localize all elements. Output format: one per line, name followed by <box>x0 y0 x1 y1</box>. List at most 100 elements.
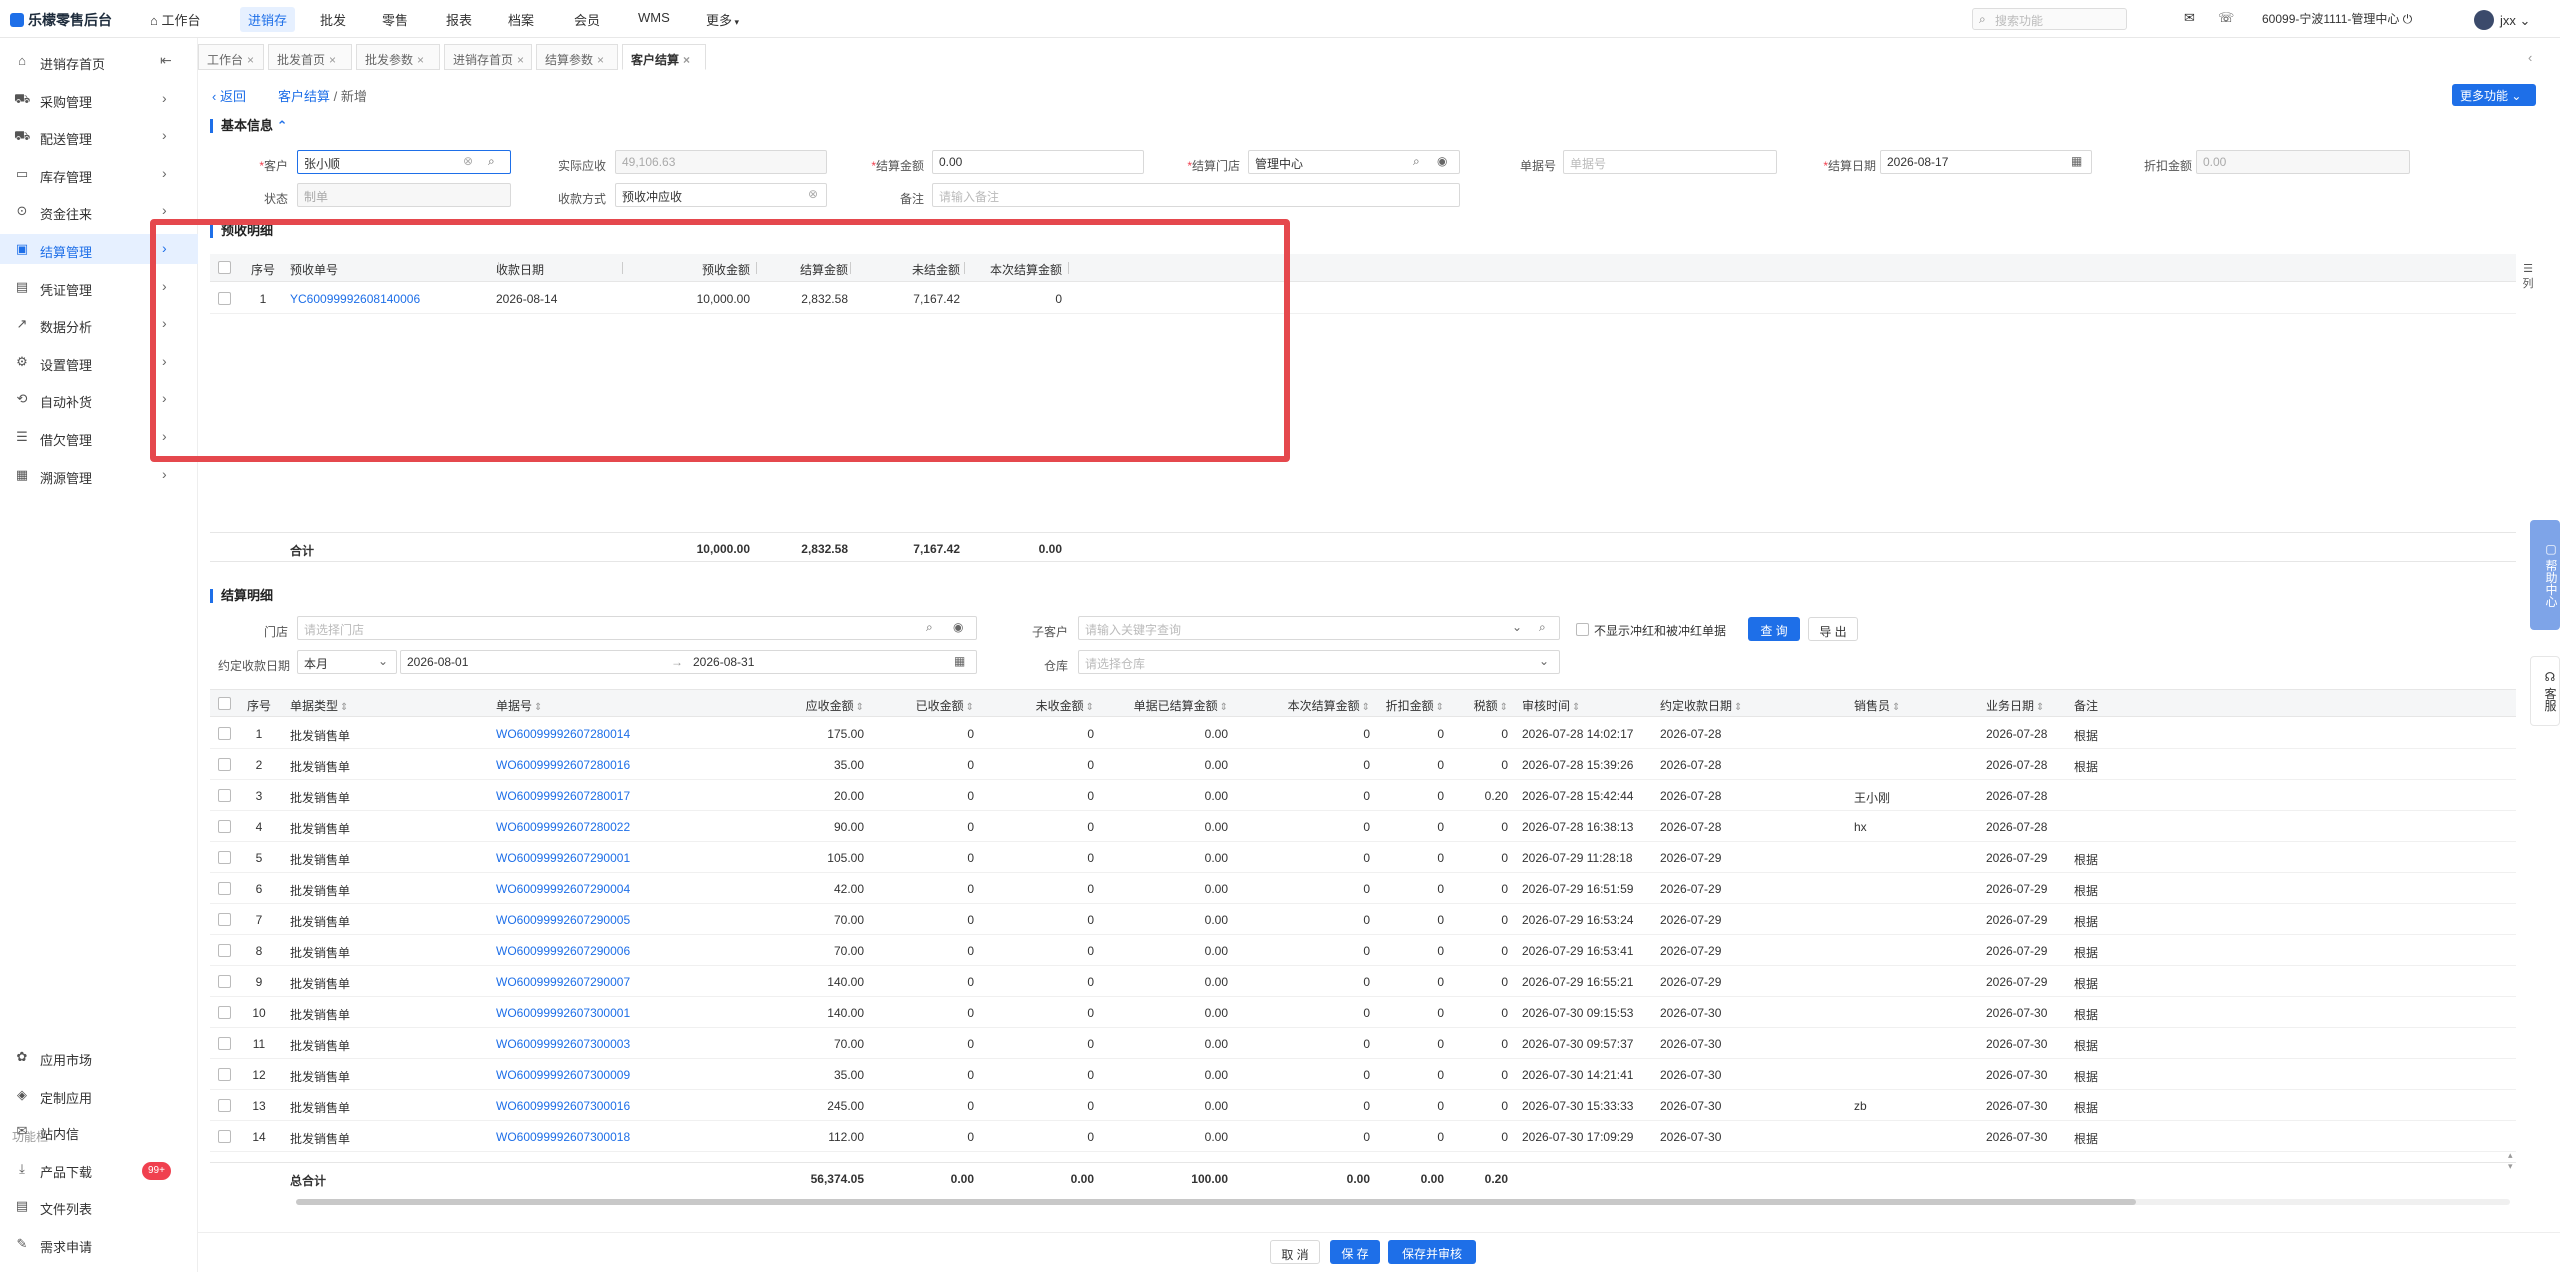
row-checkbox[interactable] <box>218 975 231 988</box>
settle-row[interactable]: 3 批发销售单 WO60099992607280017 20.00 0 0 0.00 0 0 0.… <box>210 780 2516 811</box>
row-checkbox[interactable] <box>218 1130 231 1143</box>
func-item-2[interactable]: ▤ 文件列表 <box>0 1191 198 1221</box>
payment-method-select[interactable]: 预收冲应收 ⊗ <box>615 183 827 207</box>
settle-cell-doc[interactable]: WO60099992607290007 <box>496 975 676 989</box>
close-icon[interactable]: × <box>517 53 524 67</box>
eye-icon[interactable]: ◉ <box>953 620 963 634</box>
settle-col-header[interactable]: 备注 <box>2074 697 2114 714</box>
sidebar-item-2[interactable]: ⛟ 配送管理 › <box>0 121 198 151</box>
sort-icon[interactable]: ⇕ <box>1500 702 1508 713</box>
func-item-1[interactable]: ⤓ 产品下载 <box>0 1154 198 1184</box>
nav-item-7[interactable]: WMS <box>638 10 670 25</box>
store-filter-field[interactable]: 请选择门店 ⌕ ◉ <box>297 616 977 640</box>
row-checkbox[interactable] <box>218 1068 231 1081</box>
settle-col-header[interactable]: 单据类型 ⇕ <box>290 697 410 714</box>
settle-cell-doc[interactable]: WO60099992607290001 <box>496 851 676 865</box>
nav-item-0[interactable]: ⌂ 工作台 <box>150 10 200 29</box>
settle-cell-doc[interactable]: WO60099992607300018 <box>496 1130 676 1144</box>
close-icon[interactable]: × <box>683 53 690 67</box>
settle-cell-doc[interactable]: WO60099992607300009 <box>496 1068 676 1082</box>
settle-row[interactable]: 12 批发销售单 WO60099992607300009 35.00 0 0 0.00 0 0 0… <box>210 1059 2516 1090</box>
close-icon[interactable]: × <box>329 53 336 67</box>
row-checkbox[interactable] <box>218 882 231 895</box>
sort-icon[interactable]: ⇕ <box>966 702 974 713</box>
sort-icon[interactable]: ⇕ <box>340 702 348 713</box>
sort-icon[interactable]: ⇕ <box>1436 702 1444 713</box>
warehouse-select[interactable]: 请选择仓库 ⌄ <box>1078 650 1560 674</box>
settle-row[interactable]: 2 批发销售单 WO60099992607280016 35.00 0 0 0.00 0 0 0 2… <box>210 749 2516 780</box>
close-icon[interactable]: × <box>417 53 424 67</box>
settle-row[interactable]: 7 批发销售单 WO60099992607290005 70.00 0 0 0.00 0 0 0 2… <box>210 904 2516 935</box>
settle-cell-doc[interactable]: WO60099992607300003 <box>496 1037 676 1051</box>
row-checkbox[interactable] <box>218 758 231 771</box>
settle-row[interactable]: 1 批发销售单 WO60099992607280014 175.00 0 0 0.00 0 0 0… <box>210 718 2516 749</box>
due-date-range[interactable]: 2026-08-01 → 2026-08-31 ▦ <box>400 650 977 674</box>
search-icon[interactable]: ⌕ <box>1539 620 1546 635</box>
help-center-tab[interactable]: ▢ 帮助中心 <box>2530 520 2560 630</box>
clear-icon[interactable]: ⊗ <box>463 154 473 168</box>
vertical-scrollbar[interactable]: ▴ ▾ <box>2508 1150 2516 1194</box>
row-checkbox[interactable] <box>218 944 231 957</box>
settle-row[interactable]: 11 批发销售单 WO60099992607300003 70.00 0 0 0.00 0 0 0… <box>210 1028 2516 1059</box>
brand-logo[interactable]: 乐檬零售后台 <box>10 10 112 30</box>
row-checkbox[interactable] <box>218 913 231 926</box>
settle-row[interactable]: 13 批发销售单 WO60099992607300016 245.00 0 0 0.00 0 0… <box>210 1090 2516 1121</box>
query-button[interactable]: 查 询 <box>1748 617 1800 641</box>
calendar-icon[interactable]: ▦ <box>954 654 965 668</box>
sub-customer-field[interactable]: 请输入关键字查询 ⌄ ⌕ <box>1078 616 1560 640</box>
settle-date-field[interactable]: 2026-08-17 ▦ <box>1880 150 2092 174</box>
func-item-0[interactable]: ✉ 站内信 <box>0 1116 198 1146</box>
settle-cell-doc[interactable]: WO60099992607290006 <box>496 944 676 958</box>
phone-icon[interactable]: ☏ <box>2218 10 2234 26</box>
nav-item-3[interactable]: 零售 <box>382 10 408 29</box>
sidebar-item-11[interactable]: ▦ 溯源管理 › <box>0 460 198 490</box>
settle-cell-doc[interactable]: WO60099992607290005 <box>496 913 676 927</box>
settle-store-field[interactable]: 管理中心 ⌕ ◉ <box>1248 150 1460 174</box>
chevron-down-icon[interactable]: ⌄ <box>1512 620 1522 634</box>
row-checkbox[interactable] <box>218 851 231 864</box>
back-link[interactable]: ‹ 返回 <box>212 86 246 105</box>
doc-no-field[interactable]: 单据号 <box>1563 150 1777 174</box>
nav-item-5[interactable]: 档案 <box>508 10 534 29</box>
save-button[interactable]: 保 存 <box>1330 1240 1380 1264</box>
save-and-audit-button[interactable]: 保存并审核 <box>1388 1240 1476 1264</box>
remark-field[interactable]: 请输入备注 <box>932 183 1460 207</box>
user-menu[interactable]: jxx ⌄ <box>2474 10 2530 30</box>
settle-col-header[interactable]: 单据号 ⇕ <box>496 697 676 714</box>
breadcrumb-customer-settle[interactable]: 客户结算 <box>278 89 330 104</box>
settle-col-header[interactable]: 未收金额 ⇕ <box>984 697 1094 714</box>
settle-row[interactable]: 10 批发销售单 WO60099992607300001 140.00 0 0 0.00 0 0… <box>210 997 2516 1028</box>
func-item-3[interactable]: ✎ 需求申请 <box>0 1229 198 1259</box>
row-checkbox[interactable] <box>218 789 231 802</box>
sidebar-item-1[interactable]: ⛟ 采购管理 › <box>0 84 198 114</box>
close-icon[interactable]: × <box>247 53 254 67</box>
tab-2[interactable]: 批发参数 × <box>356 44 440 70</box>
tab-5[interactable]: 客户结算 × <box>622 44 706 70</box>
basic-info-title[interactable]: 基本信息 ⌃ <box>210 119 288 133</box>
sort-icon[interactable]: ⇕ <box>1734 702 1742 713</box>
search-icon[interactable]: ⌕ <box>1413 154 1420 169</box>
customer-service-tab[interactable]: ☊ 客服 <box>2530 656 2560 726</box>
settle-cell-doc[interactable]: WO60099992607300001 <box>496 1006 676 1020</box>
settle-col-header[interactable]: 审核时间 ⇕ <box>1522 697 1658 714</box>
due-period-select[interactable]: 本月 ⌄ <box>297 650 397 674</box>
settle-col-header[interactable]: 折扣金额 ⇕ <box>1380 697 1444 714</box>
tab-4[interactable]: 结算参数 × <box>536 44 618 70</box>
close-icon[interactable]: × <box>597 53 604 67</box>
sort-icon[interactable]: ⇕ <box>2036 702 2044 713</box>
settle-cell-doc[interactable]: WO60099992607280014 <box>496 727 676 741</box>
row-checkbox[interactable] <box>218 820 231 833</box>
settle-col-header[interactable]: 单据已结算金额 ⇕ <box>1104 697 1228 714</box>
sidebar-item-3[interactable]: ▭ 库存管理 › <box>0 159 198 189</box>
row-checkbox[interactable] <box>218 1006 231 1019</box>
cancel-button[interactable]: 取 消 <box>1270 1240 1320 1264</box>
settle-row[interactable]: 6 批发销售单 WO60099992607290004 42.00 0 0 0.00 0 0 0 2… <box>210 873 2516 904</box>
scroll-thumb[interactable] <box>296 1199 2136 1205</box>
row-checkbox[interactable] <box>218 727 231 740</box>
hide-red-checkbox[interactable] <box>1576 623 1589 636</box>
search-icon[interactable]: ⌕ <box>488 154 495 169</box>
settle-col-header[interactable]: 税额 ⇕ <box>1454 697 1508 714</box>
horizontal-scrollbar[interactable] <box>210 1197 2510 1207</box>
tab-scroll-icon[interactable]: ‹ <box>2528 50 2532 65</box>
store-switcher[interactable]: 60099-宁波1111-管理中心 ⏻ <box>2262 10 2412 27</box>
